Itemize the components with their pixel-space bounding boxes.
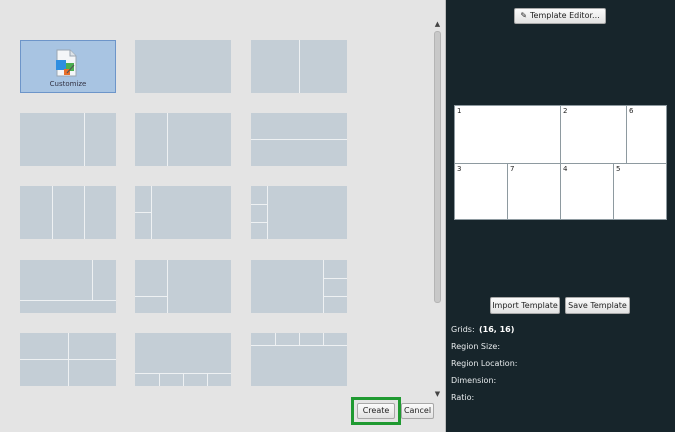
import-template-button[interactable]: Import Template [490,297,560,314]
preview-region[interactable]: 5 [613,163,667,220]
preview-region[interactable]: 6 [626,105,667,164]
template-tile[interactable] [20,333,116,386]
preview-region[interactable]: 2 [560,105,627,164]
region-size-label: Region Size: [451,342,501,351]
template-tile[interactable] [135,186,231,239]
template-tile[interactable] [135,40,231,93]
customize-label: Customize [49,80,87,88]
preview-region[interactable]: 7 [507,163,561,220]
layout-preview: 1 2 6 3 7 4 5 [454,105,667,220]
gallery-scrollbar[interactable]: ▲ ▼ [432,19,443,399]
save-template-button[interactable]: Save Template [565,297,630,314]
template-tile[interactable] [135,113,231,166]
region-location-label: Region Location: [451,359,518,368]
grids-value: (16, 16) [479,325,515,334]
scroll-thumb[interactable] [434,31,441,303]
dimension-label: Dimension: [451,376,497,385]
scroll-up-icon[interactable]: ▲ [432,19,443,29]
template-editor-button[interactable]: ✎ Template Editor... [514,8,606,24]
template-gallery-pane: Customize ▲ ▼ Create Cancel [0,0,446,432]
template-tile[interactable] [20,113,116,166]
template-tile[interactable] [251,113,347,166]
template-tile[interactable] [20,260,116,313]
pencil-icon: ✎ [520,11,528,20]
template-tile[interactable] [135,333,231,386]
template-tile[interactable] [20,186,116,239]
template-tile[interactable] [135,260,231,313]
template-tile[interactable] [251,333,347,386]
template-editor-label: Template Editor... [530,11,600,20]
ratio-label: Ratio: [451,393,475,402]
grids-label: Grids: [451,325,475,334]
template-tile[interactable] [251,40,347,93]
preview-region[interactable]: 4 [560,163,614,220]
template-tile[interactable] [251,260,347,313]
create-button[interactable]: Create [357,403,395,419]
preview-region[interactable]: 1 [454,105,561,164]
cancel-button[interactable]: Cancel [401,403,434,419]
scroll-down-icon[interactable]: ▼ [432,389,443,399]
template-details-pane: ✎ Template Editor... 1 2 6 3 7 4 5 Import… [446,0,675,432]
customize-icon [56,49,77,77]
template-tile[interactable] [251,186,347,239]
preview-region[interactable]: 3 [454,163,508,220]
template-tile-customize[interactable]: Customize [20,40,116,93]
